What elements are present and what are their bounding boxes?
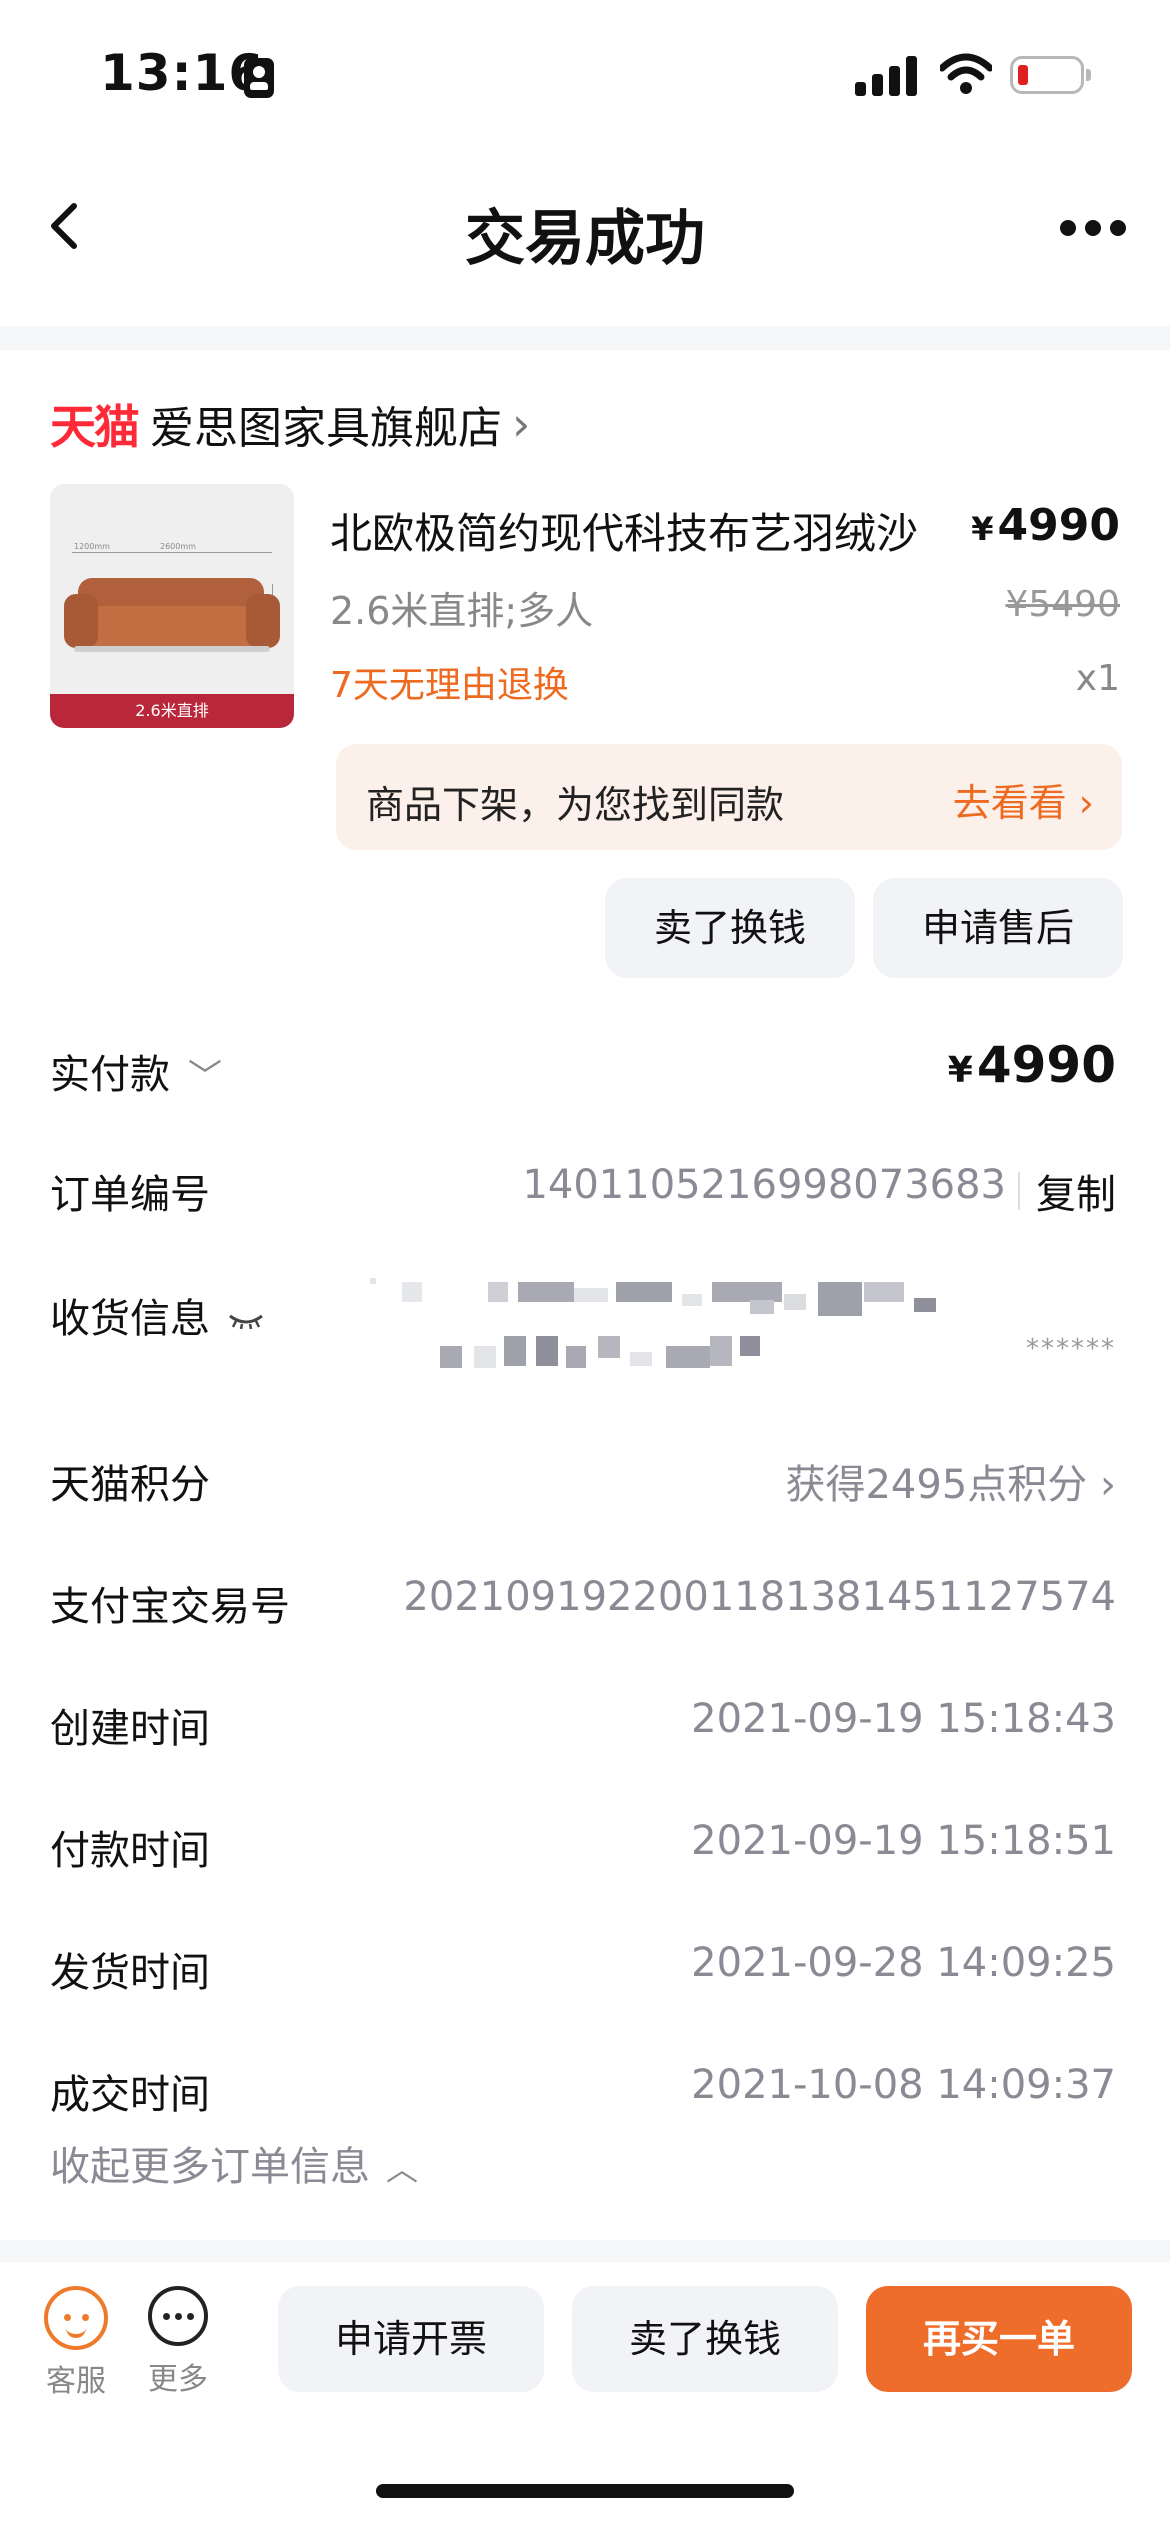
more-label: 更多	[148, 2362, 208, 2397]
return-policy: 7天无理由退换	[330, 665, 569, 706]
product-spec: 2.6米直排;多人	[330, 589, 594, 633]
created-time-row: 创建时间 2021-09-19 15:18:43	[50, 1696, 1116, 1756]
shipped-time-value: 2021-09-28 14:09:25	[691, 1940, 1116, 1986]
price-value: 4990	[997, 500, 1120, 551]
similar-item-link[interactable]: 去看看 ›	[953, 772, 1094, 827]
status-bar: 13:16	[0, 0, 1170, 150]
dimension-label: 2600mm	[160, 542, 196, 551]
points-row[interactable]: 天猫积分 获得2495点积分 ›	[50, 1452, 1116, 1512]
paid-amount-label: 实付款 ﹀	[50, 1052, 222, 1098]
customer-service-button[interactable]: 客服	[36, 2286, 116, 2400]
customer-service-icon	[44, 2286, 108, 2350]
sell-button[interactable]: 卖了换钱	[572, 2286, 838, 2392]
chevron-right-icon: ›	[1066, 781, 1094, 825]
more-options-icon[interactable]	[1060, 220, 1126, 240]
tmall-logo: 天猫	[50, 400, 140, 454]
chevron-right-icon: ›	[1087, 1462, 1116, 1508]
customer-service-label: 客服	[46, 2364, 106, 2399]
paid-amount-row[interactable]: 实付款 ﹀ ¥4990	[50, 1036, 1116, 1102]
product-quantity: x1	[1075, 658, 1120, 699]
points-value: 获得2495点积分 ›	[785, 1462, 1116, 1508]
closed-time-value: 2021-10-08 14:09:37	[691, 2062, 1116, 2108]
invoice-button[interactable]: 申请开票	[278, 2286, 544, 2392]
battery-icon	[1010, 56, 1091, 94]
eye-closed-icon[interactable]	[228, 1312, 264, 1330]
currency-symbol: ¥	[947, 1050, 973, 1091]
chevron-down-icon: ﹀	[188, 1057, 222, 1097]
currency-symbol: ¥	[971, 510, 994, 548]
order-number-row: 订单编号 1401105216998073683 复制	[50, 1162, 1116, 1222]
shipped-time-row: 发货时间 2021-09-28 14:09:25	[50, 1940, 1116, 2000]
created-time-value: 2021-09-19 15:18:43	[691, 1696, 1116, 1742]
order-card: 天猫 爱思图家具旗舰店 › 1200mm 2600mm 800mm 2.6米直排…	[0, 350, 1170, 2240]
chevron-right-icon: ›	[512, 397, 531, 451]
shipping-info-row[interactable]: 收货信息 ******	[50, 1278, 1116, 1396]
points-label: 天猫积分	[50, 1462, 210, 1508]
payment-time-label: 付款时间	[50, 1828, 210, 1874]
order-number-label: 订单编号	[50, 1172, 210, 1218]
nav-bar: 交易成功	[0, 150, 1170, 326]
store-link[interactable]: 天猫 爱思图家具旗舰店 ›	[50, 394, 530, 454]
similar-item-text: 商品下架，为您找到同款	[366, 783, 785, 827]
collapse-order-info-link[interactable]: 收起更多订单信息 ︿	[50, 2134, 418, 2192]
page-title: 交易成功	[465, 204, 705, 274]
product-image-tag: 2.6米直排	[50, 694, 294, 728]
chevron-up-icon: ︿	[386, 2150, 419, 2188]
store-name: 爱思图家具旗舰店	[150, 403, 502, 454]
contact-card-icon	[244, 58, 274, 98]
cellular-signal-icon	[855, 56, 917, 96]
more-button[interactable]: 更多	[138, 2286, 218, 2398]
closed-time-row: 成交时间 2021-10-08 14:09:37	[50, 2062, 1116, 2122]
alipay-number-label: 支付宝交易号	[50, 1584, 290, 1630]
alipay-number-value: 2021091922001181381451127574	[403, 1574, 1116, 1620]
payment-time-value: 2021-09-19 15:18:51	[691, 1818, 1116, 1864]
dimension-line	[72, 552, 272, 553]
redacted-address	[370, 1274, 1120, 1394]
product-title[interactable]: 北欧极简约现代科技布艺羽绒沙	[330, 500, 950, 561]
payment-time-row: 付款时间 2021-09-19 15:18:51	[50, 1818, 1116, 1878]
status-time: 13:16	[100, 44, 265, 102]
closed-time-label: 成交时间	[50, 2072, 210, 2118]
wifi-icon	[940, 53, 992, 94]
shipping-info-label: 收货信息	[50, 1286, 264, 1344]
original-price: ¥5490	[1005, 584, 1120, 625]
dimension-label: 1200mm	[74, 542, 110, 551]
shipped-time-label: 发货时间	[50, 1950, 210, 1996]
home-indicator[interactable]	[376, 2484, 794, 2498]
rebuy-button[interactable]: 再买一单	[866, 2286, 1132, 2392]
sell-button[interactable]: 卖了换钱	[605, 878, 855, 978]
created-time-label: 创建时间	[50, 1706, 210, 1752]
copy-button[interactable]: 复制	[1036, 1162, 1116, 1220]
similar-item-banner[interactable]: 商品下架，为您找到同款 去看看 ›	[336, 744, 1122, 850]
masked-phone: ******	[1026, 1334, 1116, 1364]
paid-amount-value: ¥4990	[947, 1036, 1116, 1094]
more-icon	[148, 2286, 208, 2346]
order-number-value: 1401105216998073683	[522, 1162, 1006, 1208]
after-sale-button[interactable]: 申请售后	[873, 878, 1123, 978]
product-price: ¥4990	[971, 500, 1120, 551]
product-image[interactable]: 1200mm 2600mm 800mm 2.6米直排	[50, 484, 294, 728]
divider	[1018, 1172, 1020, 1210]
alipay-number-row: 支付宝交易号 2021091922001181381451127574	[50, 1574, 1116, 1634]
